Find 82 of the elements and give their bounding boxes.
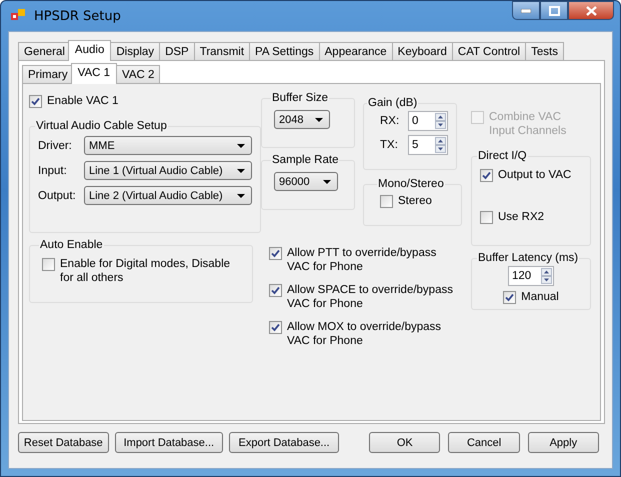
tab[interactable]: Display: [110, 42, 160, 60]
dropdown-arrow-icon: [237, 168, 245, 172]
dropdown-arrow-icon: [237, 194, 245, 198]
tab[interactable]: Tests: [525, 42, 564, 60]
group-title: Mono/Stereo: [377, 178, 445, 190]
group-title: Buffer Latency (ms): [477, 252, 580, 264]
checkbox-option[interactable]: Use RX2: [480, 210, 582, 224]
group-title: Sample Rate: [271, 154, 340, 166]
down-arrow-icon: [541, 276, 552, 284]
dropdown-arrow-icon: [237, 144, 245, 148]
number-field[interactable]: 120: [508, 266, 554, 286]
checkbox[interactable]: [29, 95, 42, 108]
group-title: Gain (dB): [367, 97, 418, 109]
field-label: Driver:: [38, 140, 73, 152]
tab[interactable]: CAT Control: [452, 42, 526, 60]
check-icon: [31, 97, 40, 106]
dropdown[interactable]: 2048: [274, 110, 330, 129]
minimize-button[interactable]: [512, 1, 540, 20]
dialog-button[interactable]: Apply: [528, 432, 599, 453]
up-arrow-icon: [435, 137, 446, 145]
maximize-button[interactable]: [540, 1, 568, 20]
tab[interactable]: VAC 1: [70, 63, 118, 84]
minimize-icon: [521, 8, 531, 12]
tab[interactable]: Audio: [68, 40, 112, 61]
checkbox[interactable]: [480, 211, 493, 224]
dropdown-arrow-icon: [315, 118, 323, 122]
group-title: Auto Enable: [39, 239, 104, 251]
dropdown[interactable]: Line 2 (Virtual Audio Cable): [84, 186, 252, 205]
tab[interactable]: VAC 2: [116, 65, 160, 83]
checkbox[interactable]: [480, 169, 493, 182]
number-field[interactable]: 5: [408, 135, 448, 155]
number-field[interactable]: 0: [408, 111, 448, 131]
up-arrow-icon: [541, 268, 552, 276]
checkbox-option[interactable]: Manual: [503, 290, 559, 304]
dialog-button[interactable]: Import Database...: [114, 432, 223, 453]
checkbox-option[interactable]: Enable for Digital modes, Disable for all others: [42, 257, 240, 285]
checkbox[interactable]: [269, 321, 282, 334]
tab[interactable]: Primary: [22, 65, 74, 83]
checkbox-option[interactable]: Enable VAC 1: [29, 94, 253, 108]
field-label: TX:: [380, 139, 399, 151]
field-label: RX:: [380, 115, 400, 127]
dialog-button[interactable]: Cancel: [448, 432, 520, 453]
group-title: Direct I/Q: [477, 150, 528, 162]
window-title: HPSDR Setup: [34, 8, 121, 24]
checkbox-option[interactable]: Allow PTT to override/bypass VAC for Phone: [269, 246, 457, 274]
checkbox-option[interactable]: Allow MOX to override/bypass VAC for Phone: [269, 320, 457, 348]
checkbox[interactable]: [269, 284, 282, 297]
tab[interactable]: Transmit: [194, 42, 250, 60]
check-icon: [505, 293, 514, 302]
dropdown[interactable]: MME: [84, 136, 252, 155]
maximize-icon: [548, 6, 560, 16]
checkbox[interactable]: [269, 247, 282, 260]
checkbox[interactable]: [42, 258, 55, 271]
checkbox-option[interactable]: Stereo: [380, 194, 445, 208]
group-title: Buffer Size: [271, 92, 330, 104]
dialog-button[interactable]: Reset Database: [18, 432, 109, 453]
dropdown-arrow-icon: [323, 180, 331, 184]
group-title: Virtual Audio Cable Setup: [35, 120, 168, 132]
close-icon: [586, 6, 596, 16]
down-arrow-icon: [435, 145, 446, 153]
check-icon: [271, 323, 280, 332]
tab[interactable]: DSP: [159, 42, 195, 60]
dialog-button[interactable]: Export Database...: [228, 432, 340, 453]
tab[interactable]: Keyboard: [392, 42, 453, 60]
tab[interactable]: Appearance: [318, 42, 393, 60]
close-button[interactable]: [568, 1, 614, 20]
check-icon: [271, 249, 280, 258]
dropdown[interactable]: Line 1 (Virtual Audio Cable): [84, 161, 252, 180]
field-label: Output:: [38, 190, 77, 202]
up-arrow-icon: [435, 113, 446, 121]
check-icon: [482, 171, 491, 180]
checkbox-option[interactable]: Allow SPACE to override/bypass VAC for Phone: [269, 283, 457, 311]
checkbox[interactable]: [380, 195, 393, 208]
tab[interactable]: General: [18, 42, 71, 60]
checkbox-option[interactable]: Output to VAC: [480, 168, 582, 182]
down-arrow-icon: [435, 121, 446, 129]
field-label: Input:: [38, 164, 68, 176]
dropdown[interactable]: 96000: [274, 172, 338, 191]
tab[interactable]: PA Settings: [249, 42, 320, 60]
dialog-button[interactable]: OK: [369, 432, 440, 453]
checkbox[interactable]: [503, 291, 516, 304]
check-icon: [271, 286, 280, 295]
